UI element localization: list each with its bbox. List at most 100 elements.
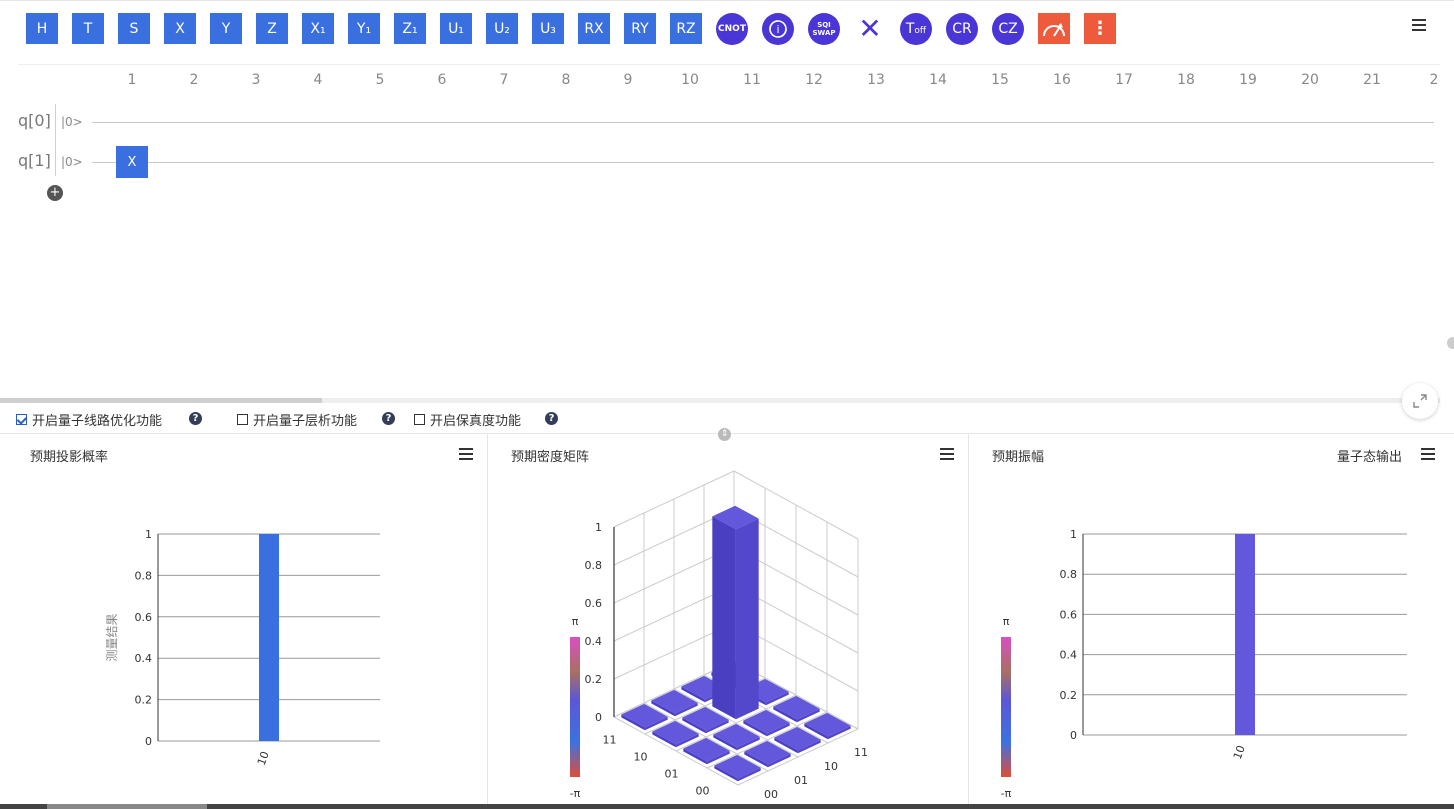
fidelity-help-icon[interactable]: ? xyxy=(545,412,558,425)
scale-min-label: -π xyxy=(570,787,581,800)
qubit-ket-0: |0> xyxy=(61,115,83,129)
circuit-scrollbar-thumb[interactable] xyxy=(0,398,322,403)
z-tick-label: 0.2 xyxy=(585,673,603,686)
column-number: 19 xyxy=(1239,72,1257,88)
more-gates-button[interactable]: ⋮ xyxy=(1084,13,1116,44)
optimize-help-icon[interactable]: ? xyxy=(189,412,202,425)
gate-button-3[interactable]: X xyxy=(164,13,196,44)
y-category-label: 10 xyxy=(634,751,648,764)
expand-icon xyxy=(1413,394,1427,408)
fidelity-label: 开启保真度功能 xyxy=(430,414,522,429)
toolbar-divider xyxy=(18,64,1440,65)
optimize-checkbox[interactable] xyxy=(16,414,27,425)
gate-button-6[interactable]: X₁ xyxy=(302,13,334,44)
cz-label: CZ xyxy=(998,21,1018,37)
y-category-label: 11 xyxy=(603,734,617,747)
qubit-label-0: q[0] xyxy=(18,111,51,130)
bottom-scrollbar-thumb[interactable] xyxy=(47,804,207,809)
density-bar-side xyxy=(712,516,736,720)
bottom-scrollbar[interactable] xyxy=(0,804,1454,809)
column-number: 2 xyxy=(189,72,199,88)
iswap-icon: i xyxy=(769,20,787,38)
measure-gate-button[interactable] xyxy=(1038,13,1070,44)
toffoli-gate-button[interactable]: Toff xyxy=(900,13,932,45)
amplitude-panel: 预期振幅 量子态输出 0 0.2 0.4 0.6 0.8 1 10 π -π xyxy=(969,434,1454,806)
column-number: 17 xyxy=(1115,72,1133,88)
tomography-checkbox[interactable] xyxy=(237,414,248,425)
swap-icon: ✕ xyxy=(858,12,882,45)
gate-button-11[interactable]: U₃ xyxy=(532,13,564,44)
amplitude-chart: 0 0.2 0.4 0.6 0.8 1 10 π -π xyxy=(1001,528,1407,800)
column-number: 21 xyxy=(1363,72,1381,88)
y-tick-label: 0.6 xyxy=(135,611,153,624)
density-bar-top xyxy=(804,712,851,737)
qubit-wire-0[interactable] xyxy=(92,122,1434,123)
column-number: 16 xyxy=(1053,72,1071,88)
scale-max-label: π xyxy=(572,615,579,628)
x-tick-label: 10 xyxy=(1231,744,1248,762)
swap-gate-button[interactable]: ✕ xyxy=(854,12,886,45)
toffoli-label: T xyxy=(905,21,915,37)
column-number: 6 xyxy=(437,72,447,88)
y-tick-label: 1 xyxy=(145,528,152,541)
phase-color-scale xyxy=(1001,637,1011,777)
column-number: 8 xyxy=(561,72,571,88)
gate-button-10[interactable]: U₂ xyxy=(486,13,518,44)
column-number: 20 xyxy=(1301,72,1319,88)
x-category-label: 01 xyxy=(794,774,808,787)
gate-button-8[interactable]: Z₁ xyxy=(394,13,426,44)
y-category-label: 01 xyxy=(665,768,679,781)
cz-gate-button[interactable]: CZ xyxy=(992,13,1024,45)
cr-gate-button[interactable]: CR xyxy=(946,13,978,45)
column-number: 2 xyxy=(1429,72,1439,88)
x-category-label: 11 xyxy=(854,746,868,759)
tomography-help-icon[interactable]: ? xyxy=(382,412,395,425)
qubit-label-1: q[1] xyxy=(18,151,51,170)
placed-x-gate[interactable]: X xyxy=(116,146,148,178)
optimize-option[interactable]: 开启量子线路优化功能 xyxy=(16,410,162,429)
sqiswap-gate-button[interactable]: SQI SWAP xyxy=(808,13,840,45)
fidelity-checkbox[interactable] xyxy=(414,414,425,425)
iswap-gate-button[interactable]: i xyxy=(762,13,794,45)
column-number: 4 xyxy=(313,72,323,88)
main-menu-icon[interactable] xyxy=(1412,19,1426,31)
y-axis-label: 测量结果 xyxy=(105,613,119,661)
gate-button-7[interactable]: Y₁ xyxy=(348,13,380,44)
resize-handle[interactable] xyxy=(1447,337,1454,349)
column-number: 1 xyxy=(127,72,137,88)
gate-button-5[interactable]: Z xyxy=(256,13,288,44)
scale-min-label: -π xyxy=(1001,787,1012,800)
probability-chart: 0 0.2 0.4 0.6 0.8 1 10 测量结果 xyxy=(105,528,380,767)
x-category-label: 00 xyxy=(764,788,778,801)
qubit-wire-1[interactable] xyxy=(92,162,1434,163)
column-number: 3 xyxy=(251,72,261,88)
expand-button[interactable] xyxy=(1402,383,1438,419)
column-number: 13 xyxy=(867,72,885,88)
cnot-label: CNOT xyxy=(718,24,746,34)
add-qubit-button[interactable]: + xyxy=(47,185,63,201)
y-tick-label: 0 xyxy=(145,735,152,748)
bar-10 xyxy=(259,534,279,741)
more-icon: ⋮ xyxy=(1091,18,1109,39)
column-number: 5 xyxy=(375,72,385,88)
density-bar-top xyxy=(773,695,820,720)
cnot-gate-button[interactable]: CNOT xyxy=(716,13,748,45)
gate-button-12[interactable]: RX xyxy=(578,13,610,44)
column-number: 9 xyxy=(623,72,633,88)
scale-max-label: π xyxy=(1003,615,1010,628)
optimize-label: 开启量子线路优化功能 xyxy=(32,414,163,429)
y-tick-label: 0.4 xyxy=(135,652,153,665)
gate-button-14[interactable]: RZ xyxy=(670,13,702,44)
gate-button-13[interactable]: RY xyxy=(624,13,656,44)
gate-button-4[interactable]: Y xyxy=(210,13,242,44)
gate-button-9[interactable]: U₁ xyxy=(440,13,472,44)
gate-button-2[interactable]: S xyxy=(118,13,150,44)
fidelity-option[interactable]: 开启保真度功能 xyxy=(414,410,521,429)
tomography-label: 开启量子层析功能 xyxy=(253,414,358,429)
tomography-option[interactable]: 开启量子层析功能 xyxy=(237,410,357,429)
column-number: 15 xyxy=(991,72,1009,88)
gate-button-1[interactable]: T xyxy=(72,13,104,44)
gate-button-0[interactable]: H xyxy=(26,13,58,44)
phase-color-scale xyxy=(570,637,580,777)
density-panel: 预期密度矩阵 π -π 0 0.2 0.4 0.6 0.8 1 00 01 10 11 00 01 10 11 xyxy=(488,434,968,806)
